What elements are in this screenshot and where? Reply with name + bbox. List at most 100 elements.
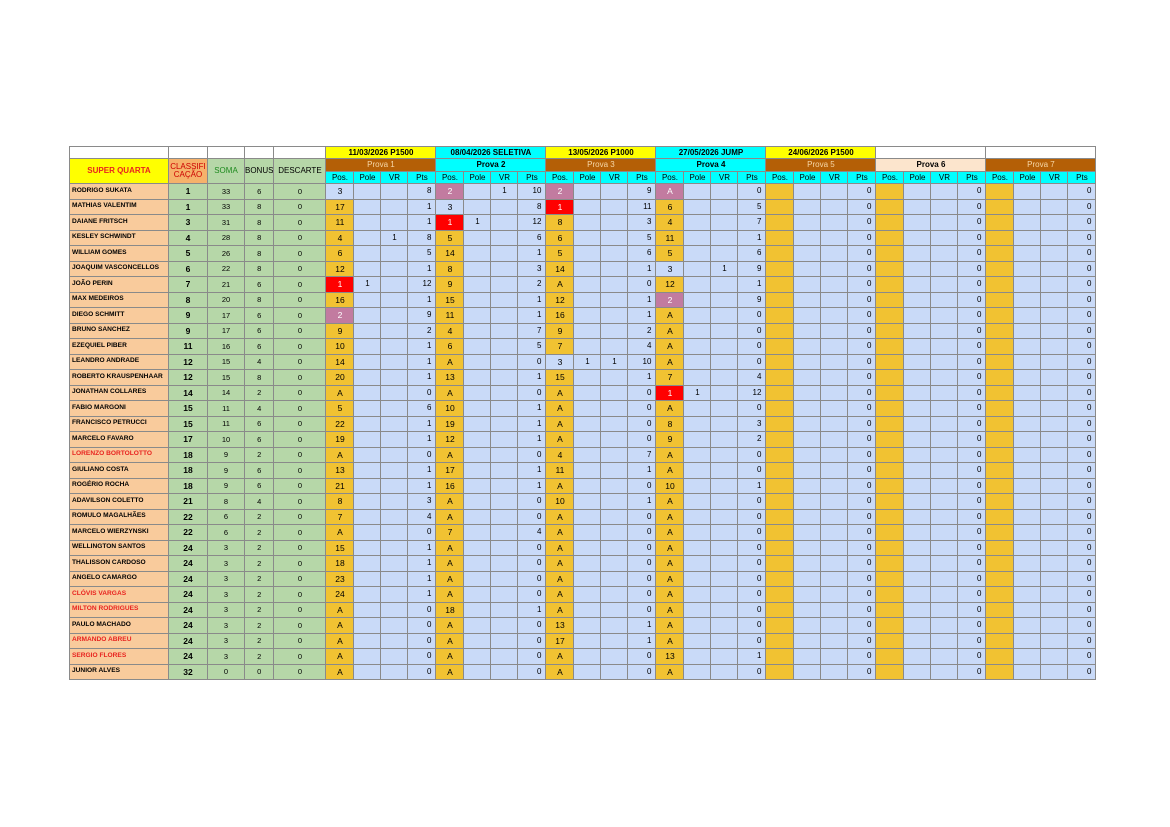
classification: 24: [168, 617, 208, 634]
race-pole: [793, 229, 822, 246]
race-pole: [1013, 307, 1042, 324]
race-pole: 1: [573, 353, 602, 370]
race-vr: [600, 539, 629, 556]
race-vr: [600, 570, 629, 587]
race-position: [985, 663, 1015, 680]
race-pole: [903, 663, 932, 680]
race-points: 7: [627, 446, 657, 463]
race-points: 0: [957, 415, 987, 432]
driver-name: MARCELO FAVARO: [69, 431, 169, 448]
race-position: 7: [655, 369, 685, 386]
race-points: 0: [1067, 586, 1097, 603]
bonus-value: 2: [243, 632, 275, 649]
race-position: 15: [545, 369, 575, 386]
race-pole: [1013, 508, 1042, 525]
race-points: 0: [957, 586, 987, 603]
race-vr: [1040, 338, 1069, 355]
race-position: 3: [545, 353, 575, 370]
race-pole: [683, 415, 712, 432]
race-position: A: [435, 555, 465, 572]
race-position: [765, 229, 795, 246]
race-pole: [573, 570, 602, 587]
race-position: A: [325, 648, 355, 665]
race-pole: [573, 229, 602, 246]
classification: 4: [168, 229, 208, 246]
race-vr: [600, 229, 629, 246]
race-points: 0: [957, 648, 987, 665]
race-points: 0: [1067, 570, 1097, 587]
race-pole: [463, 648, 492, 665]
race-position: 2: [655, 291, 685, 308]
race-points: 0: [1067, 462, 1097, 479]
race-pole: [1013, 198, 1042, 215]
race-pole: [573, 322, 602, 339]
race-pole: [683, 291, 712, 308]
race-pole: [793, 632, 822, 649]
race-points: 1: [627, 369, 657, 386]
race-pole: [573, 508, 602, 525]
race-points: 0: [847, 183, 877, 200]
race-pole: [793, 446, 822, 463]
race-position: 7: [435, 524, 465, 541]
race-points: 5: [407, 245, 437, 262]
race-position: 11: [435, 307, 465, 324]
classification: 22: [168, 524, 208, 541]
race-points: 0: [957, 663, 987, 680]
race-points: 5: [517, 338, 547, 355]
race-position: A: [325, 601, 355, 618]
race-vr: [710, 245, 739, 262]
blank-cell: [168, 146, 208, 159]
race-pole: [1013, 276, 1042, 293]
race-pole: [903, 431, 932, 448]
race-position: [875, 601, 905, 618]
race-position: [765, 555, 795, 572]
race-pole: [353, 493, 382, 510]
race-vr: [380, 322, 409, 339]
race-pole: [903, 400, 932, 417]
race-pole: [353, 617, 382, 634]
race-position: A: [655, 586, 685, 603]
race-vr: [380, 245, 409, 262]
race-points: 0: [957, 214, 987, 231]
descarte-value: 0: [273, 245, 327, 262]
race-vr: [1040, 524, 1069, 541]
race-position: [985, 493, 1015, 510]
bonus-value: 4: [243, 400, 275, 417]
race-pole: [903, 570, 932, 587]
table-row: ANGELO CAMARGO 24 3 2 0 23 1 A 0 A 0 A 0 0 0 0: [69, 570, 1097, 587]
descarte-value: 0: [273, 524, 327, 541]
race-points: 0: [957, 276, 987, 293]
race-position: A: [435, 632, 465, 649]
bonus-value: 2: [243, 555, 275, 572]
race-vr: [490, 338, 519, 355]
race-position: 5: [325, 400, 355, 417]
table-row: ADAVILSON COLETTO 21 8 4 0 8 3 A 0 10 1 A 0 0 0 0: [69, 493, 1097, 510]
driver-name: MATHIAS VALENTIM: [69, 198, 169, 215]
race-pole: [793, 198, 822, 215]
race-position: [765, 415, 795, 432]
classification: 1: [168, 183, 208, 200]
race-points: 0: [847, 508, 877, 525]
descarte-value: 0: [273, 353, 327, 370]
bonus-value: 6: [243, 276, 275, 293]
race-points: 0: [627, 570, 657, 587]
race-position: 15: [435, 291, 465, 308]
race-position: 4: [435, 322, 465, 339]
race-position: 10: [435, 400, 465, 417]
sub-header-pole: Pole: [573, 171, 602, 184]
race-pole: [353, 353, 382, 370]
bonus-value: 6: [243, 431, 275, 448]
race-vr: [820, 245, 849, 262]
race-pole: [463, 307, 492, 324]
race-pole: [793, 400, 822, 417]
classification: 24: [168, 648, 208, 665]
race-pole: [903, 322, 932, 339]
race-pole: [463, 291, 492, 308]
race-points: 0: [1067, 601, 1097, 618]
race-points: 1: [517, 369, 547, 386]
race-vr: [1040, 322, 1069, 339]
descarte-value: 0: [273, 462, 327, 479]
race-vr: [1040, 462, 1069, 479]
classification: 24: [168, 539, 208, 556]
race-position: [985, 648, 1015, 665]
